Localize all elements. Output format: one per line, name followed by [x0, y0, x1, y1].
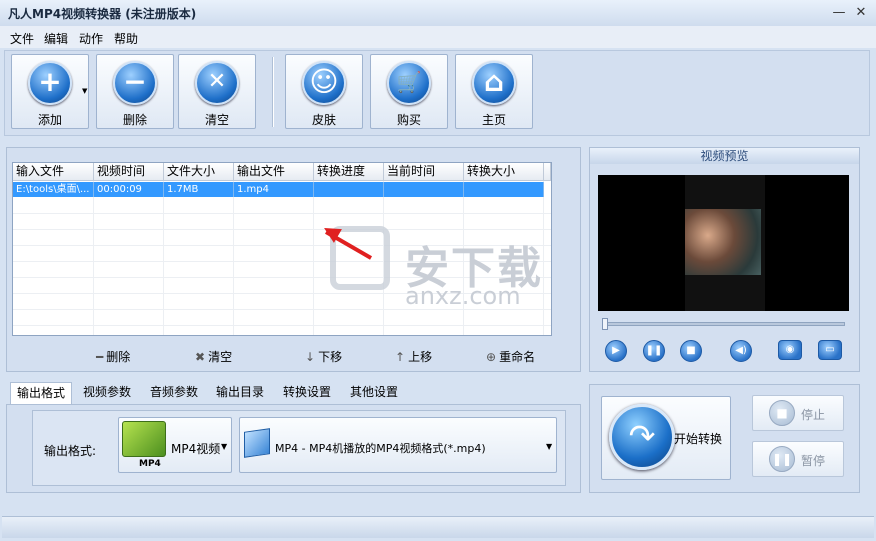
status-bar	[2, 516, 874, 538]
plus-icon: +	[28, 61, 72, 105]
tab-other-settings[interactable]: 其他设置	[344, 382, 404, 404]
table-cell[interactable]	[384, 182, 464, 197]
list-delete-label: 删除	[106, 350, 131, 364]
stop-label: 停止	[801, 408, 826, 422]
tab-output-dir[interactable]: 输出目录	[210, 382, 270, 404]
snapshot-icon[interactable]: ◉	[778, 340, 802, 360]
tab-output-format[interactable]: 输出格式	[10, 382, 73, 404]
table-cell[interactable]	[464, 182, 544, 197]
move-down-button[interactable]: ↓ 下移	[305, 348, 342, 365]
col-header-current-time[interactable]: 当前时间	[384, 163, 464, 181]
preview-title: 视频预览	[590, 148, 859, 164]
arrow-up-icon: ↑	[395, 350, 406, 364]
smiley-icon: ☺	[302, 61, 346, 105]
stop-icon: ■	[769, 400, 795, 426]
chevron-down-icon[interactable]: ▼	[546, 442, 552, 451]
buy-button[interactable]: 🛒 购买	[370, 54, 448, 129]
folder-icon[interactable]: ▭	[818, 340, 842, 360]
watermark-subtext: anxz.com	[405, 282, 521, 310]
tab-audio-params[interactable]: 音频参数	[144, 382, 204, 404]
clear-label: 清空	[204, 113, 229, 127]
home-button[interactable]: ⌂ 主页	[455, 54, 533, 129]
move-up-button[interactable]: ↑ 上移	[395, 348, 432, 365]
mp4-badge: MP4	[139, 459, 161, 469]
table-cell[interactable]: 00:00:09	[94, 182, 164, 197]
rename-label: 重命名	[499, 350, 536, 364]
list-clear-button[interactable]: ✖ 清空	[195, 348, 232, 365]
col-header-converted-size[interactable]: 转换大小	[464, 163, 544, 181]
refresh-arrow-icon[interactable]: ↷	[609, 404, 675, 470]
col-header-progress[interactable]: 转换进度	[314, 163, 384, 181]
start-convert-label: 开始转换	[674, 432, 723, 446]
add-button[interactable]: + 添加 ▼	[11, 54, 89, 129]
menu-edit[interactable]: 编辑	[44, 30, 68, 47]
x-icon: ✕	[195, 61, 239, 105]
move-down-label: 下移	[318, 350, 343, 364]
tab-convert-settings[interactable]: 转换设置	[277, 382, 337, 404]
seek-bar[interactable]	[602, 322, 845, 326]
chevron-down-icon[interactable]: ▼	[221, 442, 227, 451]
minus-icon: −	[113, 61, 157, 105]
col-header-size[interactable]: 文件大小	[164, 163, 234, 181]
table-cell[interactable]: 1.mp4	[234, 182, 314, 197]
move-up-label: 上移	[408, 350, 433, 364]
x-icon: ✖	[195, 350, 206, 364]
pause-icon[interactable]: ❚❚	[643, 340, 665, 362]
mp4-format-icon	[122, 421, 166, 457]
list-clear-label: 清空	[208, 350, 233, 364]
toolbar-separator	[272, 57, 274, 127]
skin-button[interactable]: ☺ 皮肤	[285, 54, 363, 129]
watermark-bag-icon	[330, 226, 390, 290]
window-title: 凡人MP4视频转换器 (未注册版本)	[8, 7, 197, 21]
seek-handle[interactable]	[602, 318, 608, 330]
delete-button[interactable]: − 删除	[96, 54, 174, 129]
tab-video-params[interactable]: 视频参数	[77, 382, 137, 404]
col-header-filler	[544, 163, 551, 181]
table-cell[interactable]	[314, 182, 384, 197]
delete-label: 删除	[122, 113, 147, 127]
format-type-label: MP4视频	[171, 442, 221, 456]
pause-label: 暂停	[801, 454, 826, 468]
format-label: 输出格式:	[44, 444, 97, 458]
list-delete-button[interactable]: ━ 删除	[96, 348, 130, 365]
menu-action[interactable]: 动作	[79, 30, 103, 47]
clear-button[interactable]: ✕ 清空	[178, 54, 256, 129]
skin-label: 皮肤	[311, 113, 336, 127]
rename-icon: ⊕	[486, 350, 497, 364]
col-header-input[interactable]: 输入文件	[13, 163, 94, 181]
home-icon: ⌂	[472, 61, 516, 105]
home-label: 主页	[481, 113, 506, 127]
cart-icon: 🛒	[387, 61, 431, 105]
menu-file[interactable]: 文件	[10, 30, 34, 47]
dropdown-arrow-icon[interactable]: ▼	[82, 87, 87, 95]
buy-label: 购买	[396, 113, 421, 127]
profile-cube-icon	[244, 428, 270, 458]
pause-button[interactable]: ❚❚ 暂停	[752, 441, 844, 477]
stop-button[interactable]: ■ 停止	[752, 395, 844, 431]
col-header-duration[interactable]: 视频时间	[94, 163, 164, 181]
col-header-output[interactable]: 输出文件	[234, 163, 314, 181]
pause-icon: ❚❚	[769, 446, 795, 472]
menu-help[interactable]: 帮助	[114, 30, 138, 47]
add-label: 添加	[37, 113, 62, 127]
table-cell[interactable]: E:\tools\桌面\...	[13, 182, 94, 197]
play-icon[interactable]: ▶	[605, 340, 627, 362]
minus-icon: ━	[96, 350, 104, 364]
minimize-button[interactable]: —	[830, 4, 848, 22]
stop-icon[interactable]: ■	[680, 340, 702, 362]
close-button[interactable]: ✕	[852, 4, 870, 22]
rename-button[interactable]: ⊕ 重命名	[486, 348, 535, 365]
arrow-down-icon: ↓	[305, 350, 316, 364]
video-thumbnail	[685, 209, 761, 275]
volume-icon[interactable]: ◀)	[730, 340, 752, 362]
format-profile-value: MP4 - MP4机播放的MP4视频格式(*.mp4)	[275, 442, 486, 455]
table-cell[interactable]: 1.7MB	[164, 182, 234, 197]
